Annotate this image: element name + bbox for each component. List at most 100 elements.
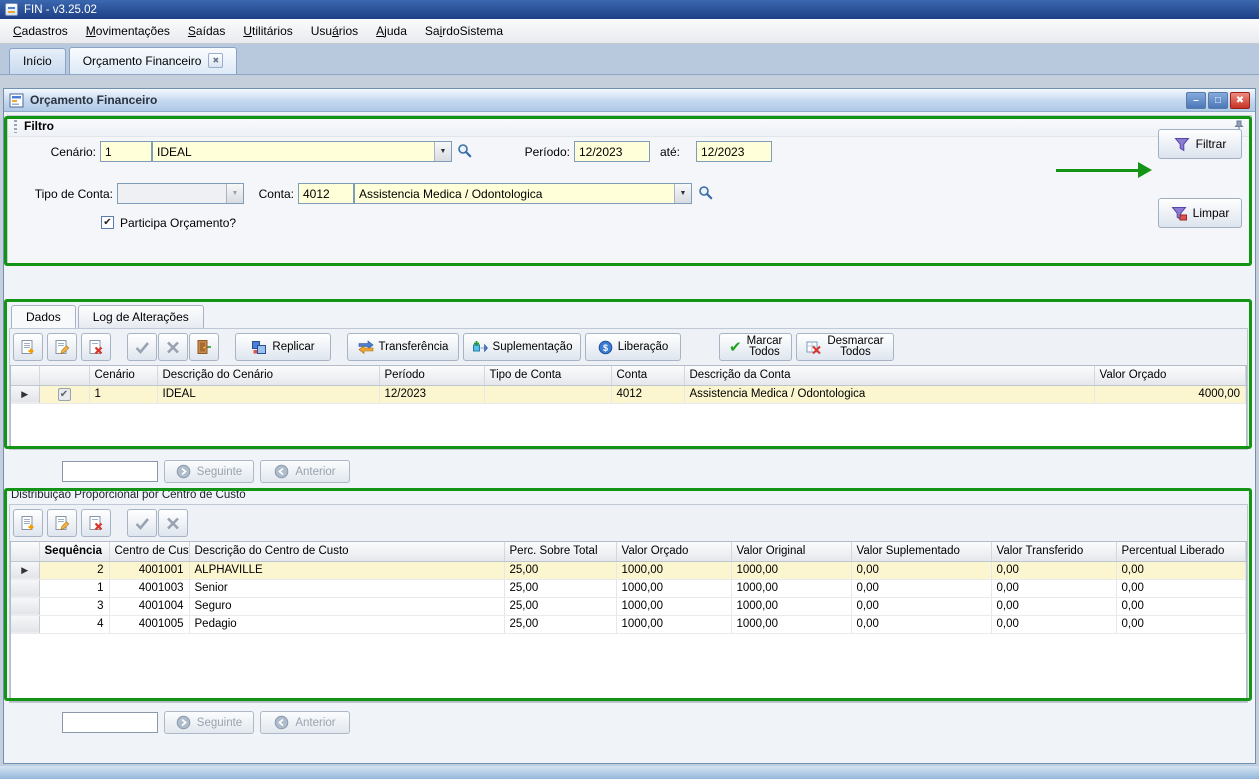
ate-input[interactable] [696, 141, 772, 162]
cenario-search-icon[interactable] [457, 143, 472, 158]
cell[interactable]: 0,00 [851, 579, 991, 597]
table-row[interactable]: 34001004Seguro25,001000,001000,000,000,0… [11, 597, 1246, 615]
column-header[interactable]: Tipo de Conta [484, 366, 611, 385]
cell[interactable]: 1000,00 [731, 579, 851, 597]
dist-cancel-button[interactable] [158, 509, 188, 537]
menu-movimentacoes[interactable]: Movimentações [77, 19, 179, 43]
dist-new-record-button[interactable] [13, 509, 43, 537]
conta-code-input[interactable] [298, 183, 354, 204]
column-header[interactable]: Perc. Sobre Total [504, 542, 616, 561]
marcar-todos-button[interactable]: ✔ MarcarTodos [719, 333, 792, 361]
cell[interactable]: 1000,00 [731, 561, 851, 579]
menu-cadastros[interactable]: Cadastros [4, 19, 77, 43]
participa-checkbox[interactable]: ✔ [101, 216, 114, 229]
cell[interactable]: 4001003 [109, 579, 189, 597]
column-header[interactable]: Sequência [39, 542, 109, 561]
dist-edit-record-button[interactable] [47, 509, 77, 537]
limpar-button[interactable]: Limpar [1158, 198, 1242, 228]
column-header[interactable]: Valor Suplementado [851, 542, 991, 561]
column-header[interactable]: Valor Transferido [991, 542, 1116, 561]
column-header[interactable]: Valor Orçado [616, 542, 731, 561]
goto-record-input[interactable] [62, 461, 158, 482]
table-row[interactable]: ▶24001001ALPHAVILLE25,001000,001000,000,… [11, 561, 1246, 579]
desmarcar-todos-button[interactable]: DesmarcarTodos [796, 333, 893, 361]
confirm-button[interactable] [127, 333, 157, 361]
cell[interactable]: IDEAL [157, 385, 379, 403]
cell[interactable]: Senior [189, 579, 504, 597]
dist-seguinte-button[interactable]: Seguinte [164, 711, 254, 734]
tipo-conta-combo[interactable]: ▼ [117, 183, 244, 204]
cell[interactable]: 0,00 [851, 615, 991, 633]
cell[interactable]: 1000,00 [616, 597, 731, 615]
cenario-code-input[interactable] [100, 141, 152, 162]
cell[interactable]: 0,00 [1116, 561, 1246, 579]
cell[interactable]: 0,00 [991, 615, 1116, 633]
cell[interactable]: Pedagio [189, 615, 504, 633]
column-header[interactable]: Conta [611, 366, 684, 385]
cell[interactable]: 2 [39, 561, 109, 579]
row-checkbox[interactable]: ✔ [39, 385, 89, 403]
table-row[interactable]: 44001005Pedagio25,001000,001000,000,000,… [11, 615, 1246, 633]
menu-usuarios[interactable]: Usuários [302, 19, 367, 43]
cell[interactable]: 0,00 [851, 561, 991, 579]
cell[interactable]: 25,00 [504, 579, 616, 597]
cell[interactable]: 0,00 [1116, 597, 1246, 615]
cell[interactable]: 4001005 [109, 615, 189, 633]
column-header[interactable]: Cenário [89, 366, 157, 385]
cell[interactable]: Assistencia Medica / Odontologica [684, 385, 1094, 403]
cell[interactable]: 0,00 [851, 597, 991, 615]
cell[interactable]: 1000,00 [731, 615, 851, 633]
menu-sair-do-sistema[interactable]: Sair do Sistema [416, 19, 512, 43]
dist-anterior-button[interactable]: Anterior [260, 711, 350, 734]
maximize-button[interactable]: □ [1208, 92, 1228, 109]
new-record-button[interactable] [13, 333, 43, 361]
cell[interactable]: 25,00 [504, 561, 616, 579]
exit-button[interactable] [189, 333, 219, 361]
liberacao-button[interactable]: $ Liberação [585, 333, 681, 361]
tab-orcamento-financeiro[interactable]: Orçamento Financeiro ✖ [69, 47, 238, 74]
column-header[interactable]: Período [379, 366, 484, 385]
cell[interactable]: 25,00 [504, 597, 616, 615]
transferencia-button[interactable]: Transferência [347, 333, 459, 361]
suplementacao-button[interactable]: Suplementação [463, 333, 581, 361]
minimize-button[interactable]: – [1186, 92, 1206, 109]
periodo-input[interactable] [574, 141, 650, 162]
tab-inicio[interactable]: Início [9, 48, 66, 74]
cell[interactable]: 3 [39, 597, 109, 615]
conta-combo[interactable]: Assistencia Medica / Odontologica ▼ [354, 183, 692, 204]
column-header[interactable]: Centro de Custo [109, 542, 189, 561]
cell[interactable]: 0,00 [991, 579, 1116, 597]
menu-utilitarios[interactable]: Utilitários [234, 19, 301, 43]
cell[interactable]: ALPHAVILLE [189, 561, 504, 579]
cancel-button[interactable] [158, 333, 188, 361]
dist-delete-record-button[interactable] [81, 509, 111, 537]
replicar-button[interactable]: Replicar [235, 333, 331, 361]
cell[interactable]: 25,00 [504, 615, 616, 633]
column-header[interactable]: Valor Orçado [1094, 366, 1246, 385]
column-header[interactable]: Percentual Liberado [1116, 542, 1246, 561]
tab-close-icon[interactable]: ✖ [208, 53, 223, 68]
cell[interactable]: 1 [89, 385, 157, 403]
table-row[interactable]: ▶✔1IDEAL12/20234012Assistencia Medica / … [11, 385, 1246, 403]
cell[interactable]: Seguro [189, 597, 504, 615]
cell[interactable]: 0,00 [1116, 615, 1246, 633]
dist-goto-record-input[interactable] [62, 712, 158, 733]
delete-record-button[interactable] [81, 333, 111, 361]
chevron-down-icon[interactable]: ▼ [434, 142, 451, 161]
cell[interactable]: 4001001 [109, 561, 189, 579]
edit-record-button[interactable] [47, 333, 77, 361]
cell[interactable]: 0,00 [991, 597, 1116, 615]
cell[interactable]: 0,00 [1116, 579, 1246, 597]
close-button[interactable]: ✖ [1230, 92, 1250, 109]
column-header[interactable]: Descrição da Conta [684, 366, 1094, 385]
filtrar-button[interactable]: Filtrar [1158, 129, 1242, 159]
cell[interactable]: 1000,00 [616, 579, 731, 597]
column-header[interactable]: Valor Original [731, 542, 851, 561]
cell[interactable]: 1 [39, 579, 109, 597]
menu-saidas[interactable]: Saídas [179, 19, 234, 43]
cell[interactable]: 1000,00 [616, 615, 731, 633]
chevron-down-icon[interactable]: ▼ [674, 184, 691, 203]
cell[interactable]: 1000,00 [731, 597, 851, 615]
cell[interactable]: 12/2023 [379, 385, 484, 403]
cell[interactable]: 4012 [611, 385, 684, 403]
